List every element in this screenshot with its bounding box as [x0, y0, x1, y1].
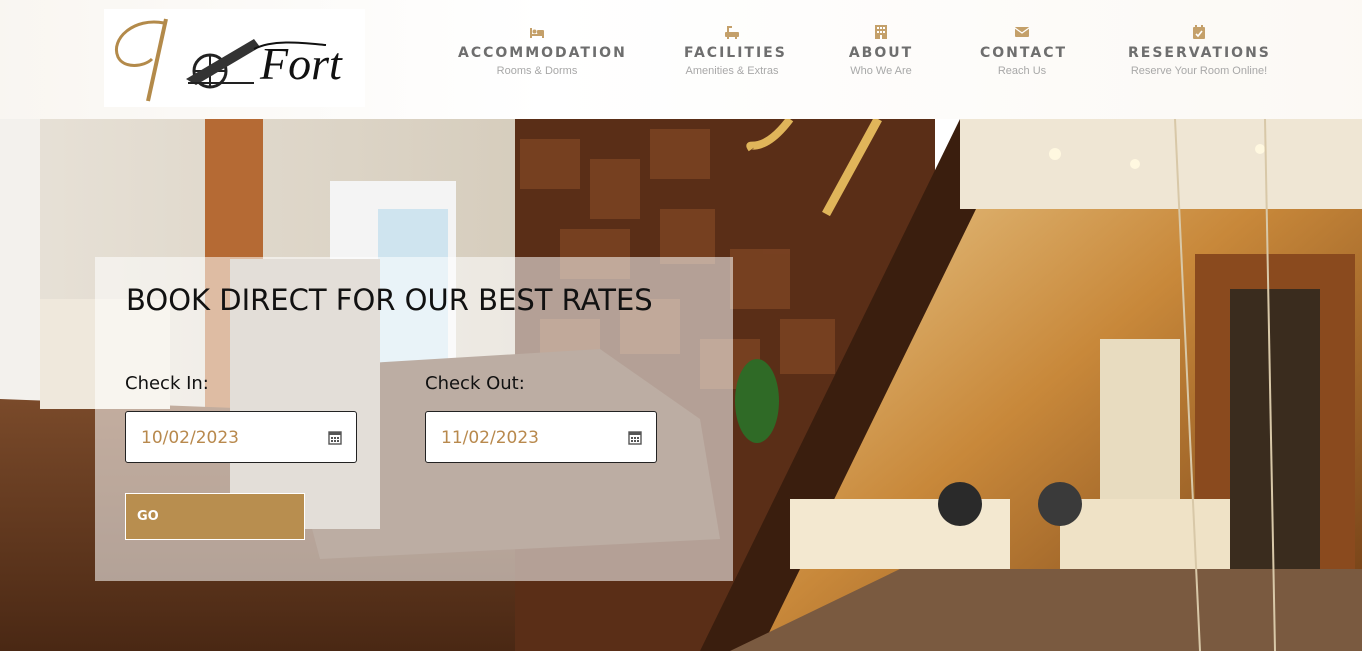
- building-icon: [875, 25, 887, 39]
- site-header: Fort ACCOMMODATION Rooms & Dorms FACILIT…: [0, 0, 1362, 119]
- calendar-icon[interactable]: [628, 430, 642, 445]
- hero-section: BOOK DIRECT FOR OUR BEST RATES Check In:…: [0, 119, 1362, 651]
- nav-title: FACILITIES: [684, 45, 787, 61]
- check-out-field[interactable]: 11/02/2023: [425, 411, 657, 463]
- nav-item-accommodation[interactable]: ACCOMMODATION Rooms & Dorms: [458, 24, 627, 77]
- nav-subtitle: Rooms & Dorms: [496, 65, 578, 77]
- go-button[interactable]: GO: [125, 493, 305, 540]
- nav-item-reservations[interactable]: RESERVATIONS Reserve Your Room Online!: [1128, 24, 1270, 77]
- check-out-label: Check Out:: [425, 373, 525, 394]
- nav-title: ABOUT: [848, 45, 914, 61]
- envelope-icon: [1014, 27, 1030, 37]
- nav-subtitle: Reserve Your Room Online!: [1130, 65, 1268, 77]
- check-in-field[interactable]: 10/02/2023: [125, 411, 357, 463]
- nav-subtitle: Amenities & Extras: [685, 65, 779, 77]
- main-nav: ACCOMMODATION Rooms & Dorms FACILITIES A…: [0, 24, 1362, 84]
- bed-icon: [530, 28, 544, 38]
- check-out-value: 11/02/2023: [441, 428, 539, 448]
- nav-subtitle: Who We Are: [850, 65, 912, 77]
- nav-subtitle: Reach Us: [997, 65, 1047, 77]
- booking-panel: BOOK DIRECT FOR OUR BEST RATES Check In:…: [95, 257, 733, 581]
- nav-item-contact[interactable]: CONTACT Reach Us: [980, 24, 1068, 77]
- nav-item-about[interactable]: ABOUT Who We Are: [846, 24, 916, 77]
- calendar-check-icon: [1193, 25, 1205, 39]
- bath-icon: [725, 26, 739, 39]
- check-in-label: Check In:: [125, 373, 209, 394]
- booking-title: BOOK DIRECT FOR OUR BEST RATES: [126, 283, 653, 317]
- nav-title: ACCOMMODATION: [458, 45, 627, 61]
- nav-title: RESERVATIONS: [1128, 45, 1271, 61]
- check-in-value: 10/02/2023: [141, 428, 239, 448]
- calendar-icon[interactable]: [328, 430, 342, 445]
- nav-item-facilities[interactable]: FACILITIES Amenities & Extras: [684, 24, 787, 77]
- nav-title: CONTACT: [980, 45, 1068, 61]
